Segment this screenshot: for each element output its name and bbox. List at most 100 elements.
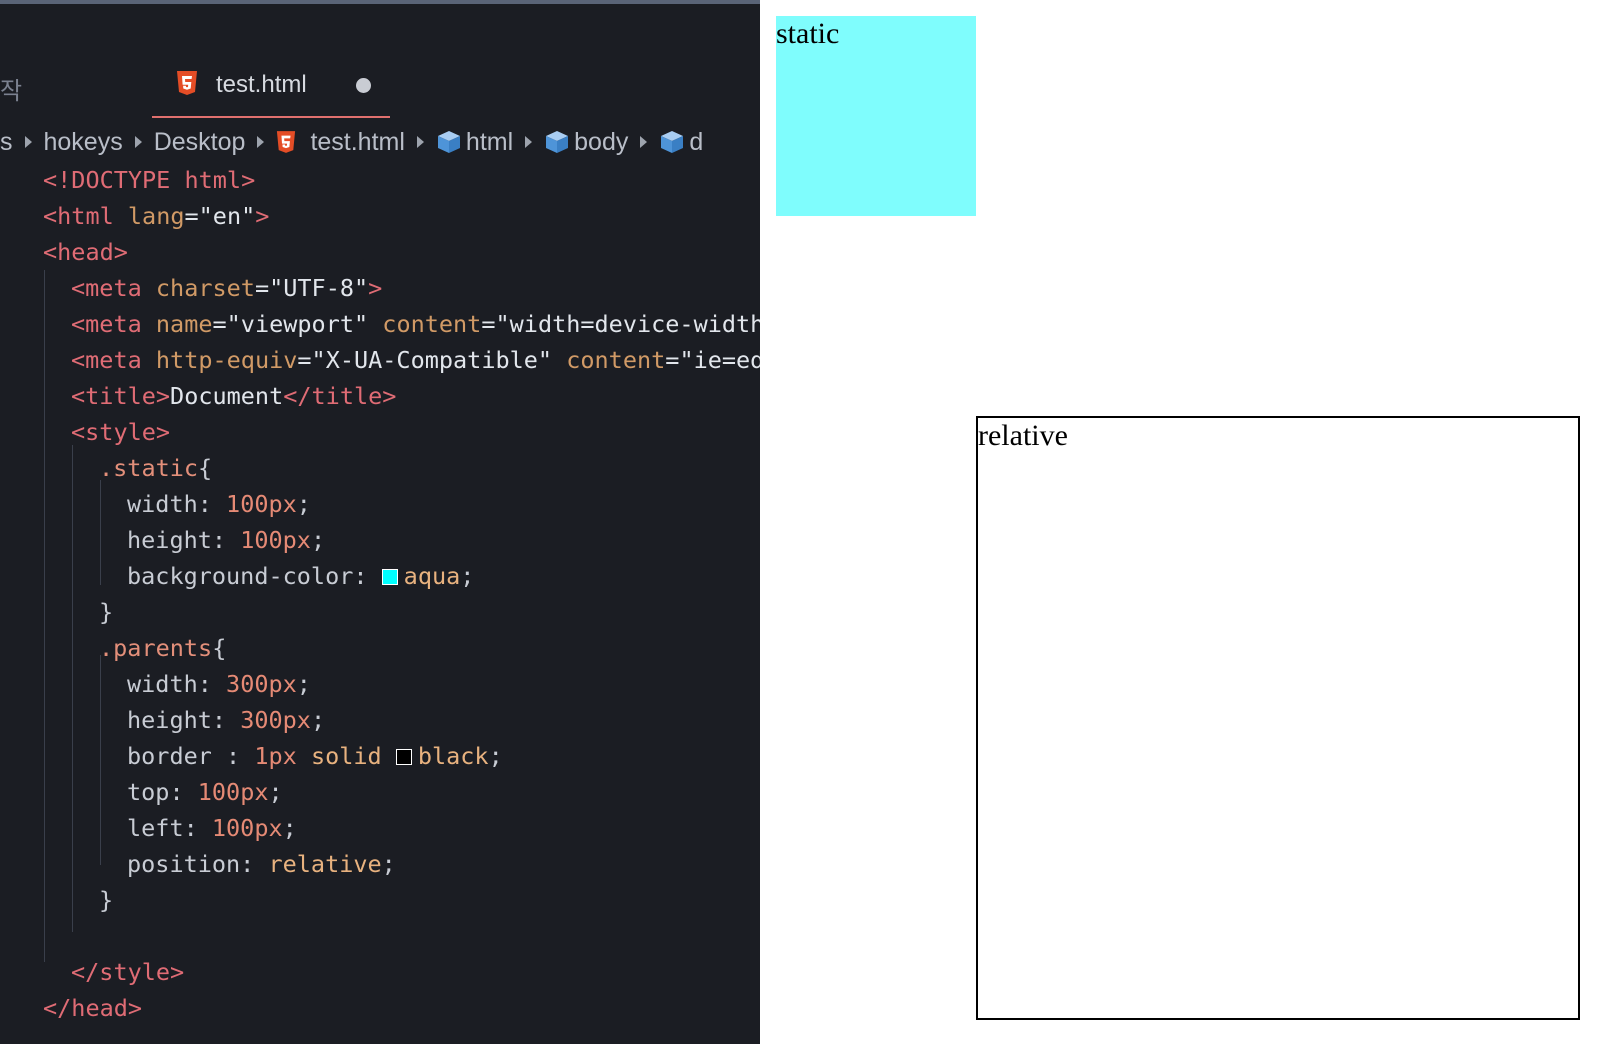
code-token: </title> xyxy=(283,382,397,410)
code-line: </head> xyxy=(0,990,760,1026)
code-token: width: xyxy=(127,670,227,698)
breadcrumb-label: test.html xyxy=(310,127,405,156)
code-token: height: xyxy=(127,526,241,554)
editor-top-border xyxy=(0,0,760,4)
color-swatch-aqua[interactable] xyxy=(381,569,398,585)
code-token: <head> xyxy=(43,238,128,266)
code-line: <meta name="viewport" content="width=dev… xyxy=(0,306,760,342)
code-token: relative xyxy=(268,850,382,878)
cube-icon xyxy=(437,131,460,153)
code-token: name xyxy=(155,310,213,338)
code-token: 100px xyxy=(240,526,311,554)
code-token: ; xyxy=(296,670,311,698)
code-line: <!DOCTYPE html> xyxy=(0,162,760,198)
breadcrumb-label: html xyxy=(465,127,514,156)
code-token: </head> xyxy=(43,994,143,1022)
code-token: position: xyxy=(127,850,269,878)
breadcrumb-item-desktop[interactable]: Desktop xyxy=(154,128,246,157)
code-token: { xyxy=(212,634,227,662)
code-token: 100px xyxy=(226,490,297,518)
breadcrumb-item-s[interactable]: s xyxy=(0,128,13,157)
code-line: <meta http-equiv="X-UA-Compatible" conte… xyxy=(0,342,760,378)
code-token: 100px xyxy=(197,778,269,806)
static-box: static xyxy=(776,16,976,216)
code-token: ; xyxy=(460,562,475,590)
code-token: solid xyxy=(296,742,396,770)
code-token: > xyxy=(368,274,383,302)
code-token: .parents xyxy=(99,634,213,662)
code-line: width: 100px; xyxy=(0,486,760,522)
tab-bar: 작 test.html xyxy=(0,54,760,118)
html5-icon xyxy=(177,71,197,95)
breadcrumb-item-div[interactable]: d xyxy=(659,128,703,157)
code-area[interactable]: <!DOCTYPE html> <html lang="en"> <head> … xyxy=(0,162,760,1026)
tab-label: test.html xyxy=(216,71,307,98)
code-token: charset xyxy=(155,274,255,302)
code-token: ; xyxy=(282,814,297,842)
code-token: = xyxy=(481,310,496,338)
code-token: "en" xyxy=(198,202,256,230)
code-token: "X-UA-Compatible" xyxy=(311,346,553,374)
code-line: left: 100px; xyxy=(0,810,760,846)
static-box-label: static xyxy=(776,17,840,50)
code-line: background-color: aqua; xyxy=(0,558,760,594)
code-token: top: xyxy=(127,778,198,806)
color-swatch-black[interactable] xyxy=(395,749,412,765)
code-line: <meta charset="UTF-8"> xyxy=(0,270,760,306)
cube-icon xyxy=(546,131,569,153)
code-token: ; xyxy=(310,706,326,734)
code-token: ; xyxy=(310,526,326,554)
unsaved-dot-icon[interactable] xyxy=(356,78,371,93)
code-token: background-color: xyxy=(127,562,382,590)
code-token: = xyxy=(212,310,227,338)
tab-previous-label[interactable]: 작 xyxy=(0,71,22,106)
code-line: .static{ xyxy=(0,450,760,486)
breadcrumb: s hokeys Desktop test.html html body d xyxy=(0,124,760,160)
code-line: } xyxy=(0,882,760,918)
breadcrumb-item-hokeys[interactable]: hokeys xyxy=(44,128,123,157)
code-token: <meta xyxy=(71,310,142,338)
browser-preview: static relative xyxy=(760,0,1610,1044)
html5-icon xyxy=(277,131,296,153)
code-token: "width=device-width, initial-scale=1.0"> xyxy=(495,310,761,338)
code-token: http-equiv xyxy=(155,346,298,374)
code-token: black xyxy=(417,742,489,770)
code-line: <style> xyxy=(0,414,760,450)
code-token: .static xyxy=(99,454,199,482)
code-token: </style> xyxy=(71,958,185,986)
code-token: aqua xyxy=(403,562,461,590)
code-token: height: xyxy=(127,706,241,734)
code-token: <html xyxy=(43,202,114,230)
chevron-right-icon xyxy=(24,136,32,148)
code-token: width: xyxy=(127,490,227,518)
breadcrumb-label: hokeys xyxy=(43,127,123,156)
code-token: "viewport" xyxy=(226,310,369,338)
code-token: 300px xyxy=(226,670,297,698)
breadcrumb-item-test-html[interactable]: test.html xyxy=(276,127,405,157)
code-token: Document xyxy=(170,382,284,410)
code-line: top: 100px; xyxy=(0,774,760,810)
code-line: } xyxy=(0,594,760,630)
code-token: ; xyxy=(488,742,503,770)
tab-test-html[interactable]: test.html xyxy=(152,54,390,118)
code-line: height: 100px; xyxy=(0,522,760,558)
code-token: } xyxy=(99,598,114,626)
code-line: </style> xyxy=(0,954,760,990)
code-token: > xyxy=(255,202,270,230)
code-token: <style> xyxy=(71,418,171,446)
code-token: = xyxy=(184,202,199,230)
code-token: ; xyxy=(381,850,396,878)
code-line: <title>Document</title> xyxy=(0,378,760,414)
code-token: "UTF-8" xyxy=(269,274,369,302)
code-token: ; xyxy=(296,490,311,518)
code-token: lang xyxy=(127,202,185,230)
breadcrumb-item-html[interactable]: html xyxy=(436,128,513,157)
code-token: "ie=edge"> xyxy=(679,346,760,374)
chevron-right-icon xyxy=(257,136,265,148)
breadcrumb-item-body[interactable]: body xyxy=(544,128,628,157)
code-line: border : 1px solid black; xyxy=(0,738,760,774)
chevron-right-icon xyxy=(134,136,142,148)
code-token: <title> xyxy=(71,382,171,410)
code-token: ; xyxy=(268,778,283,806)
